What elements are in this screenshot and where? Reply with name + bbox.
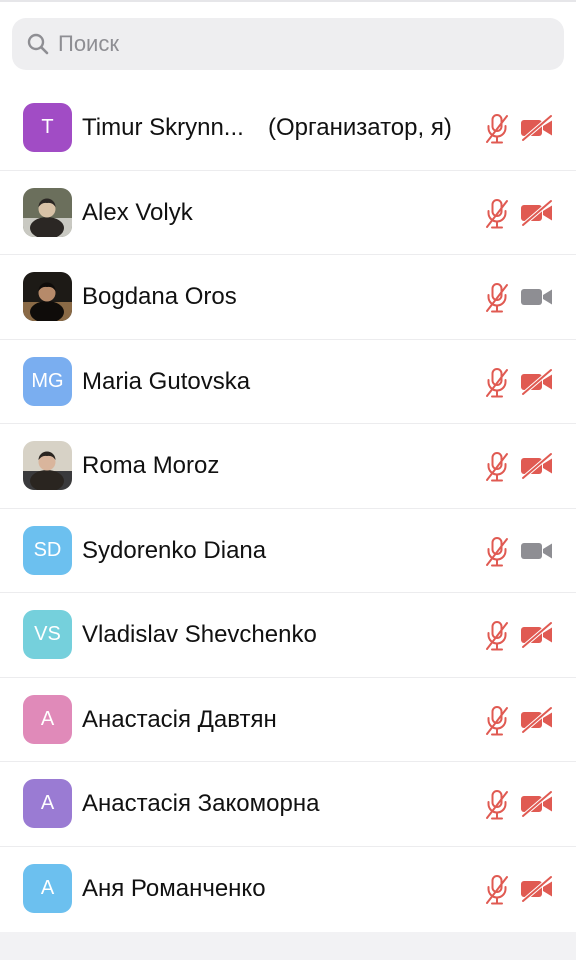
avatar: VS (23, 610, 72, 659)
camera-off-icon[interactable] (520, 621, 554, 649)
participant-name: Bogdana Oros (82, 283, 237, 310)
camera-off-icon[interactable] (520, 452, 554, 480)
avatar-initials: A (40, 707, 55, 730)
avatar: A (23, 694, 72, 744)
participant-role: (Организатор, я) (268, 114, 452, 141)
microphone-muted-icon[interactable] (484, 536, 510, 568)
avatar: SD (23, 525, 72, 575)
avatar-initials: VS (34, 623, 61, 645)
microphone-muted-icon[interactable] (484, 113, 510, 145)
participants-screen: T Timur Skrynn... (Организатор, я) Alex Vol… (0, 0, 576, 960)
participant-row[interactable]: Roma Moroz (0, 424, 576, 509)
camera-off-icon[interactable] (520, 874, 554, 903)
avatar (23, 441, 72, 490)
search-icon (26, 32, 50, 56)
avatar: A (23, 779, 72, 828)
participant-row[interactable]: SD Sydorenko Diana (0, 509, 576, 593)
camera-on-icon[interactable] (520, 537, 554, 565)
participant-name: Roma Moroz (82, 452, 220, 479)
avatar-initials: T (41, 116, 54, 138)
search-bar[interactable] (12, 18, 564, 70)
bottom-area (0, 932, 576, 960)
microphone-muted-icon[interactable] (484, 874, 510, 906)
participant-name: Timur Skrynn... (82, 114, 244, 141)
avatar: MG (23, 356, 72, 406)
avatar (23, 187, 72, 237)
microphone-muted-icon[interactable] (484, 198, 510, 230)
avatar: A (23, 863, 72, 913)
participant-row[interactable]: A Анастасія Закоморна (0, 762, 576, 847)
microphone-muted-icon[interactable] (484, 620, 510, 652)
microphone-muted-icon[interactable] (484, 367, 510, 399)
participant-row[interactable]: MG Maria Gutovska (0, 340, 576, 424)
participant-name: Vladislav Shevchenko (82, 621, 317, 648)
participant-row[interactable]: A Анастасія Давтян (0, 678, 576, 762)
avatar (23, 272, 72, 321)
camera-off-icon[interactable] (520, 790, 554, 818)
top-divider (0, 0, 576, 2)
microphone-muted-icon[interactable] (484, 789, 510, 821)
participant-row[interactable]: A Аня Романченко (0, 847, 576, 932)
participant-name: Alex Volyk (82, 198, 193, 226)
participant-name: Анастасія Закоморна (82, 790, 320, 817)
camera-off-icon[interactable] (520, 198, 554, 227)
microphone-muted-icon[interactable] (484, 451, 510, 483)
search-input[interactable] (58, 31, 538, 57)
participant-list: T Timur Skrynn... (Организатор, я) Alex Vol… (0, 86, 576, 931)
participant-name: Аня Романченко (82, 874, 266, 902)
participant-name: Maria Gutovska (82, 367, 251, 395)
camera-off-icon[interactable] (520, 367, 554, 396)
avatar-initials: MG (31, 369, 64, 392)
camera-off-icon[interactable] (520, 705, 554, 734)
participant-name: Sydorenko Diana (82, 536, 267, 564)
camera-off-icon[interactable] (520, 114, 554, 142)
participant-row[interactable]: VS Vladislav Shevchenko (0, 593, 576, 678)
avatar-initials: A (40, 876, 55, 899)
microphone-muted-icon[interactable] (484, 282, 510, 314)
avatar: T (23, 103, 72, 152)
camera-on-icon[interactable] (520, 283, 554, 311)
participant-row[interactable]: T Timur Skrynn... (Организатор, я) (0, 86, 576, 171)
participant-name: Анастасія Давтян (82, 705, 277, 733)
avatar-initials: A (40, 792, 55, 814)
participant-row[interactable]: Alex Volyk (0, 171, 576, 255)
participant-row[interactable]: Bogdana Oros (0, 255, 576, 340)
avatar-initials: SD (33, 538, 62, 561)
microphone-muted-icon[interactable] (484, 705, 510, 737)
